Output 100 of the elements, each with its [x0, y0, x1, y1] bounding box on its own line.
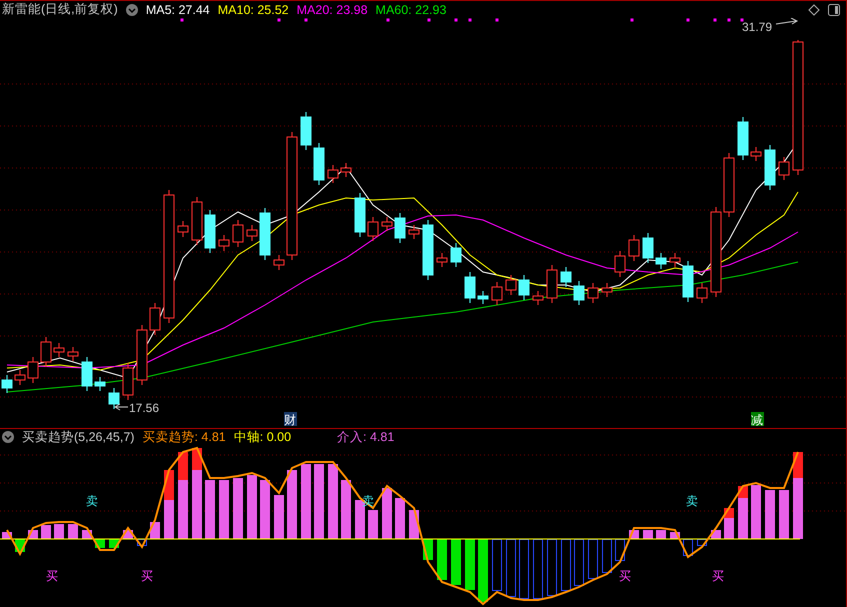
candlestick	[28, 356, 38, 384]
signal-label: 卖	[686, 494, 698, 508]
signal-label: 买	[46, 569, 58, 583]
candlestick	[94, 376, 106, 392]
candlestick	[778, 156, 790, 180]
moving-average-label: MA20: 23.98	[296, 2, 368, 16]
candlestick	[628, 234, 640, 262]
histogram-bar	[465, 539, 475, 590]
histogram-bar	[533, 539, 543, 599]
histogram-bar	[683, 539, 693, 556]
signal-label: 买	[619, 569, 631, 583]
diamond-icon[interactable]	[808, 4, 820, 16]
histogram-bar	[164, 470, 174, 539]
histogram-bar	[751, 485, 761, 539]
histogram-bar	[41, 525, 51, 539]
panel-toggle-icon[interactable]	[828, 4, 840, 16]
histogram-bar	[260, 480, 270, 539]
candlestick	[764, 144, 776, 190]
candlestick	[450, 242, 462, 268]
histogram-bar	[368, 510, 378, 539]
candlestick	[192, 196, 202, 246]
histogram-bar	[697, 539, 707, 546]
high-price-label: 31.79	[742, 20, 772, 34]
candlestick	[656, 252, 666, 270]
chart-title: 新雷能(日线,前复权)	[2, 1, 118, 18]
histogram-bar	[656, 530, 666, 539]
moving-average-label: MA60: 22.93	[376, 2, 446, 16]
candlestick	[436, 252, 448, 268]
indicator-value: 介入: 4.81	[337, 428, 394, 446]
pointer-arrow	[114, 404, 128, 410]
low-price-label: 17.56	[129, 401, 160, 415]
candlestick	[560, 266, 572, 288]
candlestick	[642, 232, 654, 264]
histogram-bar	[506, 539, 516, 597]
candlestick	[368, 216, 378, 242]
candlestick	[150, 302, 160, 336]
histogram-bar	[274, 495, 284, 539]
candlestick	[340, 162, 352, 178]
histogram-bar	[233, 478, 243, 539]
candlestick	[682, 260, 694, 302]
candlestick	[518, 274, 530, 300]
candlestick	[2, 374, 12, 394]
candlestick	[204, 210, 216, 254]
candlestick	[670, 252, 680, 268]
chevron-icon[interactable]	[126, 4, 138, 16]
candlestick	[602, 282, 612, 298]
histogram-bar	[561, 539, 571, 591]
candlestick	[178, 220, 188, 238]
candlestick	[82, 356, 92, 392]
candlestick	[546, 264, 558, 304]
histogram-bar	[779, 490, 789, 539]
event-marker[interactable]: 减	[751, 412, 764, 427]
indicator-value: 中轴: 0.00	[234, 428, 292, 446]
indicator-title: 买卖趋势(5,26,45,7)	[22, 428, 134, 446]
chevron-icon[interactable]	[2, 431, 14, 443]
candlestick	[108, 388, 120, 410]
event-marker[interactable]: 财	[284, 412, 297, 427]
histogram-bar	[219, 480, 229, 539]
histogram-bar	[247, 475, 257, 539]
histogram-bar	[341, 480, 351, 539]
candlestick	[274, 254, 284, 270]
candlestick	[40, 336, 52, 368]
candlestick	[136, 324, 148, 386]
candlestick	[354, 192, 366, 238]
histogram-bar	[382, 488, 392, 539]
signal-label: 买	[712, 569, 724, 583]
indicator-value: 买卖趋势: 4.81	[142, 428, 226, 446]
histogram-bar	[451, 539, 461, 585]
candlestick	[54, 342, 64, 358]
candlestick	[464, 272, 476, 304]
histogram-bar	[588, 539, 598, 579]
histogram-bar	[492, 539, 502, 591]
candlestick	[492, 282, 502, 306]
candlestick	[260, 208, 270, 260]
candlestick	[724, 152, 734, 218]
histogram-bar	[137, 539, 147, 546]
candlestick	[614, 250, 626, 278]
candlestick	[408, 224, 420, 240]
histogram-bar	[602, 539, 612, 573]
signal-label: 买	[141, 569, 153, 583]
histogram-bar	[643, 530, 653, 539]
candlestick	[478, 290, 488, 304]
signal-label: 卖	[86, 494, 98, 508]
candlestick	[246, 224, 258, 242]
histogram-bar	[437, 539, 447, 580]
histogram-bar	[615, 539, 625, 561]
candlestick	[314, 142, 324, 186]
candlestick	[422, 220, 434, 280]
histogram-bar	[738, 486, 748, 539]
candlestick	[696, 282, 708, 304]
candlestick	[300, 112, 312, 150]
candlestick	[394, 212, 406, 244]
histogram-bar	[205, 480, 215, 539]
histogram-bar	[68, 524, 78, 539]
histogram-bar	[54, 524, 64, 539]
candlestick	[218, 234, 230, 252]
candlestick	[14, 370, 26, 386]
candlestick	[122, 362, 134, 400]
histogram-bar	[395, 498, 405, 539]
histogram-bar	[478, 539, 488, 602]
